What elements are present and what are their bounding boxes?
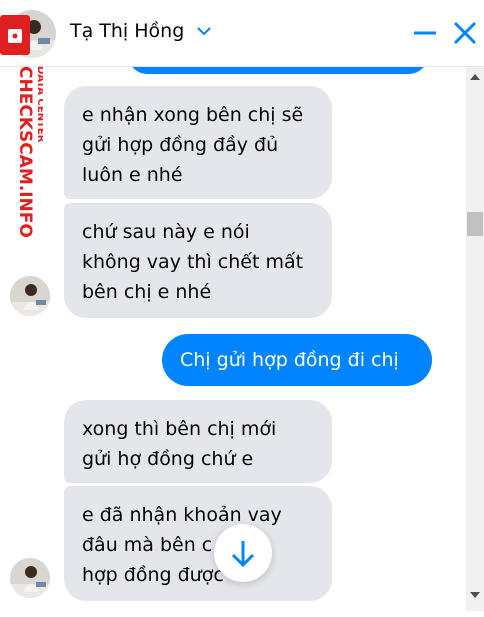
- watermark-lock-badge: [0, 15, 30, 55]
- incoming-message[interactable]: e đã nhận khoản vay đâu mà bên c hợp đồn…: [64, 486, 332, 601]
- watermark-line2: CHECKSCAM.INFO: [15, 66, 35, 238]
- arrow-down-icon: [231, 541, 255, 568]
- chat-header: Tạ Thị Hồng: [0, 0, 484, 67]
- minimize-icon[interactable]: [412, 22, 438, 44]
- scroll-to-bottom-button[interactable]: [214, 524, 272, 582]
- incoming-message[interactable]: chứ sau này e nói không vay thì chết mất…: [64, 203, 332, 318]
- watermark-text: DATA CENTER CHECKSCAM.INFO: [15, 66, 43, 238]
- contact-name[interactable]: Tạ Thị Hồng: [70, 20, 184, 42]
- close-icon[interactable]: [452, 20, 478, 46]
- chevron-down-icon[interactable]: [196, 26, 212, 36]
- message-list[interactable]: e nhận xong bên chị sẽ gửi hợp đồng đầy …: [0, 66, 466, 617]
- sender-avatar[interactable]: [10, 276, 50, 316]
- scroll-up-arrow-icon[interactable]: [470, 74, 480, 80]
- sender-avatar[interactable]: [10, 558, 50, 598]
- previous-outgoing-bubble: [128, 66, 428, 74]
- watermark-line1: DATA CENTER: [35, 66, 43, 143]
- outgoing-message[interactable]: Chị gửi hợp đồng đi chị: [162, 334, 432, 386]
- incoming-message[interactable]: e nhận xong bên chị sẽ gửi hợp đồng đầy …: [64, 86, 332, 199]
- scroll-down-arrow-icon[interactable]: [470, 592, 480, 598]
- incoming-message[interactable]: xong thì bên chị mới gửi hợ đồng chứ e: [64, 400, 332, 483]
- scrollbar-thumb[interactable]: [467, 212, 483, 236]
- scrollbar[interactable]: [466, 66, 484, 611]
